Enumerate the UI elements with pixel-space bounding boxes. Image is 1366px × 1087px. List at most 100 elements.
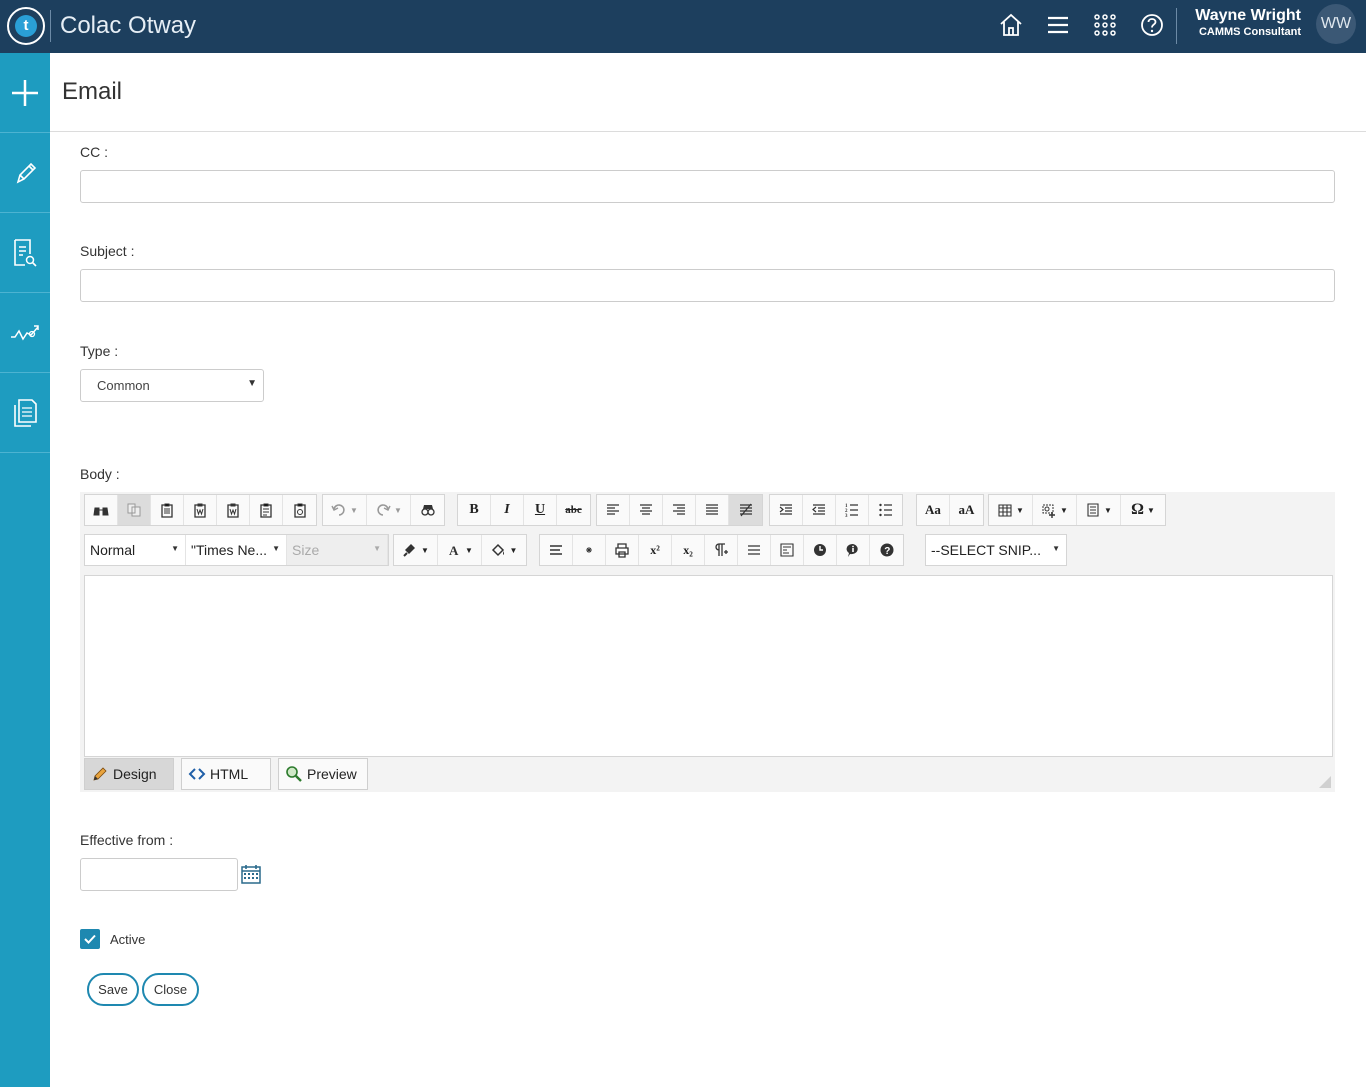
date-time-icon[interactable] [804,535,837,565]
design-mode-button[interactable]: Design [84,758,174,790]
align-justify-icon[interactable] [696,495,729,525]
preview-mode-button[interactable]: Preview [278,758,368,790]
convert-lower-button[interactable]: aA [950,495,983,525]
svg-text:3: 3 [845,514,848,518]
menu-icon[interactable] [1044,10,1072,40]
sidebar-item-trends[interactable] [0,293,50,373]
effective-from-label: Effective from : [80,832,174,848]
align-remove-icon[interactable] [729,495,762,525]
app-logo[interactable]: t [7,7,45,45]
spellcheck-icon[interactable] [411,495,444,525]
find-icon[interactable] [85,495,118,525]
documents-icon [14,399,37,427]
template-icon[interactable]: ▼ [1077,495,1121,525]
html-mode-button[interactable]: HTML [181,758,271,790]
apps-grid-icon[interactable] [1091,10,1119,40]
clipboard-group [84,494,317,526]
avatar[interactable]: WW [1316,4,1356,44]
horizontal-rule-icon[interactable] [738,535,771,565]
align-center-icon[interactable] [630,495,663,525]
font-color-icon[interactable]: A ▼ [438,535,482,565]
editor-toolbar-row-1: ▼ ▼ B I U abc 123 Aa aA ▼ ▼ ▼ Ω ▼ [84,494,1284,526]
text-style-group: B I U abc [457,494,591,526]
paste-word-icon[interactable] [184,495,217,525]
font-size-select[interactable]: Size ▼ [287,535,388,565]
paste-word-formatted-icon[interactable] [217,495,250,525]
header-divider [50,131,1366,132]
pencil-icon [93,767,107,781]
paragraph-format-value: Normal [90,542,136,558]
snippet-group: --SELECT SNIP... ▼ [925,534,1067,566]
insert-group: ▼ ▼ ▼ Ω ▼ [988,494,1166,526]
help-icon[interactable] [1138,10,1166,40]
chevron-down-icon: ▼ [171,544,179,553]
bulleted-list-icon[interactable] [869,495,902,525]
print-icon[interactable] [606,535,639,565]
outdent-icon[interactable] [803,495,836,525]
document-search-icon [14,239,37,267]
align-left-icon[interactable] [597,495,630,525]
help-icon[interactable]: ? [870,535,903,565]
paste-plain-text-icon[interactable] [250,495,283,525]
user-name[interactable]: Wayne Wright [1195,7,1301,25]
editor-toolbar-row-2: Normal ▼ "Times Ne... ▼ Size ▼ ▼ A ▼ ▼ x²… [84,534,1284,566]
body-label: Body : [80,466,120,482]
save-button[interactable]: Save [87,973,139,1006]
format-painter-icon[interactable]: ▼ [394,535,438,565]
font-name-select[interactable]: "Times Ne... ▼ [186,535,287,565]
undo-icon[interactable]: ▼ [323,495,367,525]
calendar-icon[interactable] [240,863,262,885]
indent-icon[interactable] [770,495,803,525]
format-stripper-icon[interactable] [540,535,573,565]
checkmark-icon [84,934,96,944]
special-characters-button[interactable]: Ω ▼ [1121,495,1165,525]
top-bar: t Colac Otway Wayne Wright CAMMS Consult… [0,0,1366,53]
resize-grip-icon[interactable] [1319,776,1331,788]
redo-icon[interactable]: ▼ [367,495,411,525]
user-role: CAMMS Consultant [1198,26,1301,38]
sidebar-item-edit[interactable] [0,133,50,213]
preview-mode-label: Preview [307,766,357,782]
color-group: ▼ A ▼ ▼ [393,534,527,566]
strikethrough-button[interactable]: abc [557,495,590,525]
italic-button[interactable]: I [491,495,524,525]
effective-from-input[interactable] [80,858,238,891]
sidebar-item-add[interactable] [0,53,50,133]
active-checkbox[interactable] [80,929,100,949]
table-icon[interactable]: ▼ [989,495,1033,525]
insert-image-icon[interactable]: ▼ [1033,495,1077,525]
background-color-icon[interactable]: ▼ [482,535,526,565]
editor-content-area[interactable] [84,575,1333,757]
numbered-list-icon[interactable]: 123 [836,495,869,525]
about-icon[interactable] [837,535,870,565]
subject-input[interactable] [80,269,1335,302]
subscript-button[interactable]: x₂ [672,535,705,565]
convert-upper-button[interactable]: Aa [917,495,950,525]
chevron-down-icon: ▼ [272,544,280,553]
misc-group: x² x₂ ? [539,534,904,566]
paste-html-icon[interactable] [283,495,316,525]
paste-icon[interactable] [151,495,184,525]
bold-button[interactable]: B [458,495,491,525]
list-group: 123 [769,494,903,526]
sidebar-item-documents[interactable] [0,373,50,453]
snippet-select[interactable]: --SELECT SNIP... ▼ [926,535,1066,565]
symbol-icon[interactable] [573,535,606,565]
type-select[interactable]: Common ▼ [80,369,264,402]
superscript-button[interactable]: x² [639,535,672,565]
logo-letter: t [15,15,37,37]
sidebar-item-search-docs[interactable] [0,213,50,293]
paragraph-icon[interactable] [705,535,738,565]
home-icon[interactable] [997,10,1025,40]
font-selects-group: Normal ▼ "Times Ne... ▼ Size ▼ [84,534,389,566]
align-right-icon[interactable] [663,495,696,525]
form-element-icon[interactable] [771,535,804,565]
underline-button[interactable]: U [524,495,557,525]
paragraph-format-select[interactable]: Normal ▼ [85,535,186,565]
trend-chart-icon [11,325,39,341]
user-divider [1176,8,1177,44]
cc-input[interactable] [80,170,1335,203]
subject-label: Subject : [80,243,135,259]
close-button[interactable]: Close [142,973,199,1006]
copy-icon[interactable] [118,495,151,525]
